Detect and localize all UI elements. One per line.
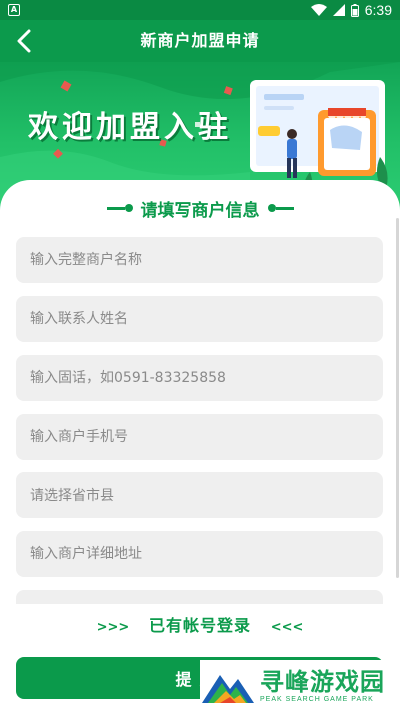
watermark-text: 寻峰游戏园 PEAK SEARCH GAME PARK (260, 668, 385, 703)
landline-input[interactable] (16, 355, 383, 401)
watermark-subtitle: PEAK SEARCH GAME PARK (260, 695, 374, 703)
region-select-label: 请选择省市县 (30, 488, 114, 504)
title-decoration-right (267, 204, 294, 212)
status-bar: A 6:39 (0, 0, 400, 20)
form-section-title: 请填写商户信息 (0, 196, 400, 221)
banner-headline: 欢迎加盟入驻 (28, 110, 232, 145)
address-input[interactable] (16, 531, 383, 577)
wifi-icon (310, 4, 327, 16)
existing-account-login-link[interactable]: >>> 已有帐号登录 <<< (0, 612, 400, 638)
watermark: 寻峰游戏园 PEAK SEARCH GAME PARK (200, 660, 400, 710)
page-title: 新商户加盟申请 (140, 31, 260, 50)
mobile-input[interactable] (16, 414, 383, 460)
title-decoration-left (106, 204, 133, 212)
app-header: 新商户加盟申请 (0, 20, 400, 62)
merchant-name-input[interactable] (16, 237, 383, 283)
region-select[interactable]: 请选择省市县 (16, 472, 383, 518)
mountain-logo-icon (202, 675, 254, 703)
signal-icon (332, 4, 345, 16)
scrollbar[interactable] (396, 218, 399, 578)
login-link-arrows-left: >>> (96, 620, 130, 635)
login-link-label: 已有帐号登录 (148, 616, 251, 635)
contact-name-input[interactable] (16, 296, 383, 342)
status-right: 6:39 (310, 2, 392, 18)
login-link-arrows-right: <<< (270, 620, 304, 635)
notification-icon: A (8, 4, 20, 16)
watermark-name: 寻峰游戏园 (260, 667, 385, 696)
next-field-partial[interactable] (16, 590, 383, 604)
section-title-text: 请填写商户信息 (140, 200, 260, 221)
battery-icon (350, 3, 359, 17)
status-time: 6:39 (364, 2, 392, 18)
